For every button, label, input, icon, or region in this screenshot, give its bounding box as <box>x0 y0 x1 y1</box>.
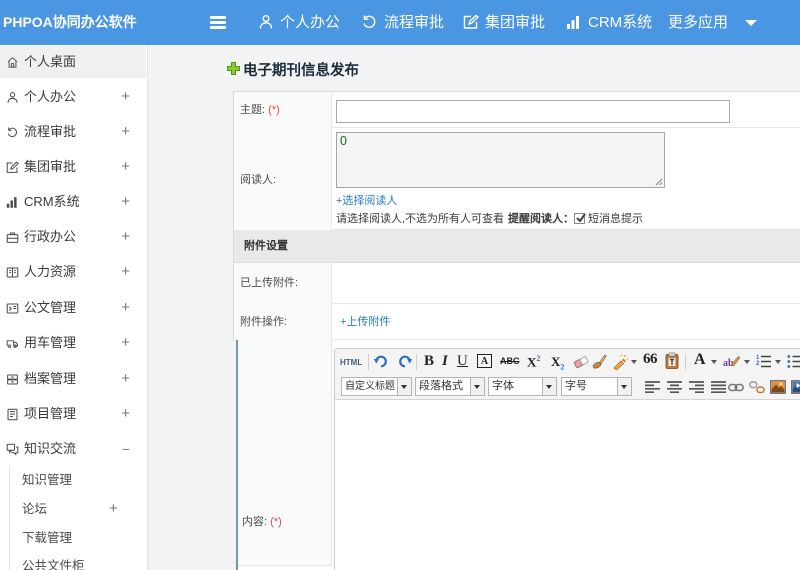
svg-text:2: 2 <box>756 361 760 367</box>
